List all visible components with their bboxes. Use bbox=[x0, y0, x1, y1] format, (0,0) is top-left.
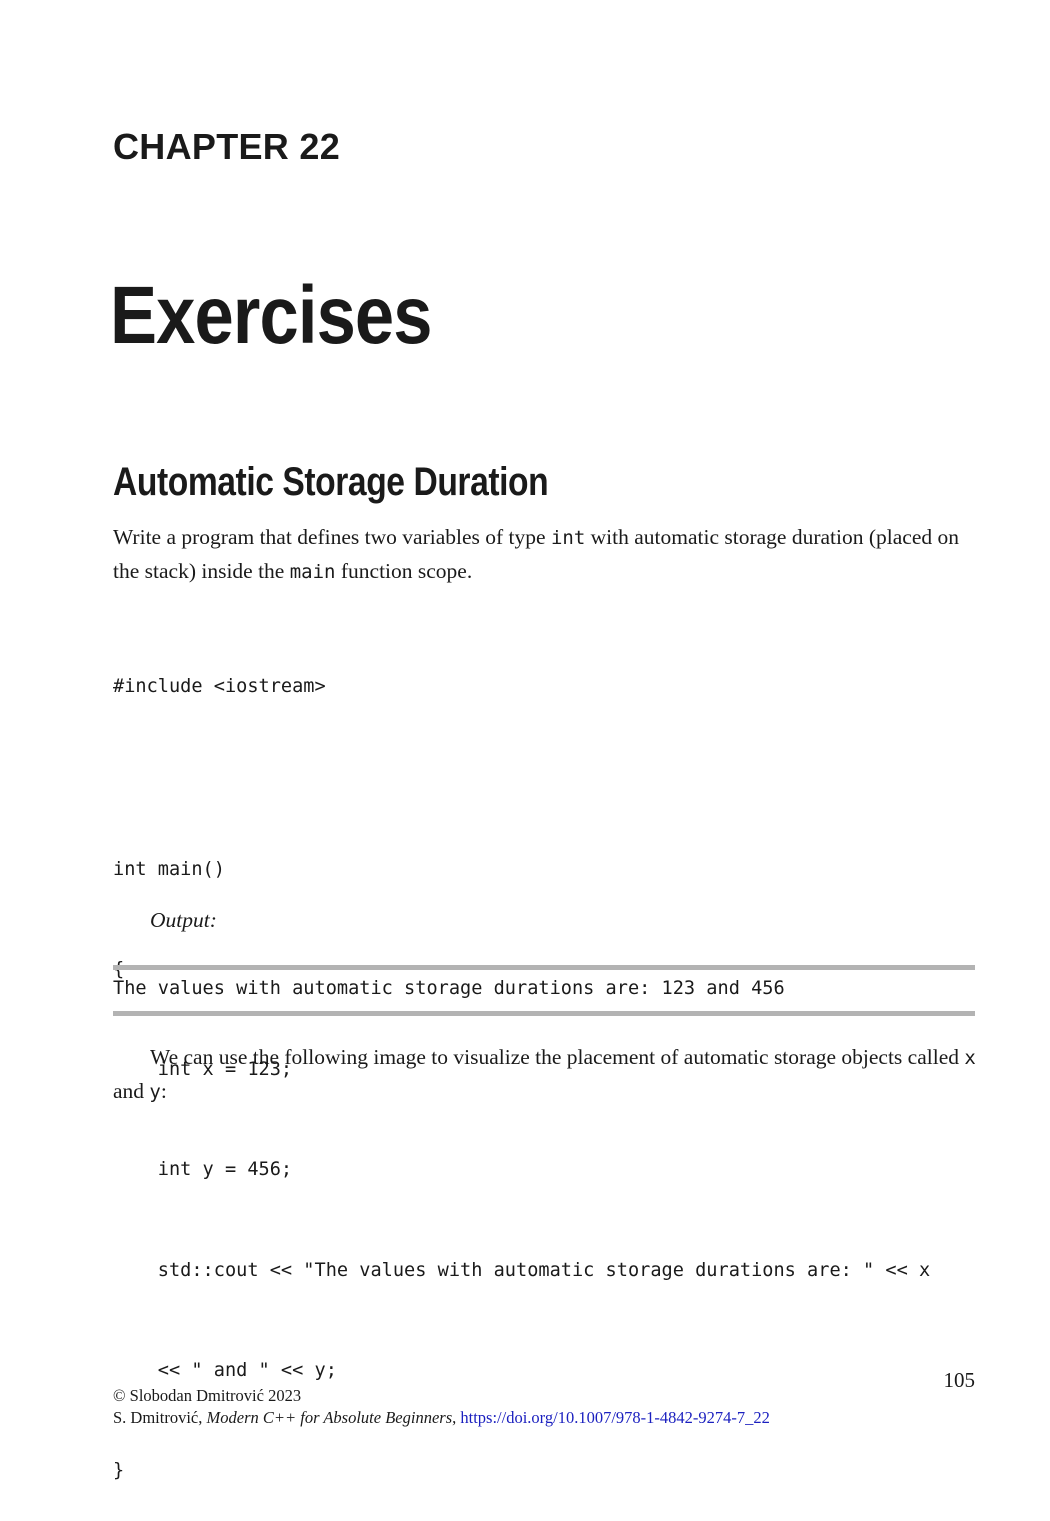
code-line-include: #include <iostream> bbox=[113, 675, 326, 697]
citation-line: S. Dmitrović, Modern C++ for Absolute Be… bbox=[113, 1407, 770, 1429]
output-rule-bottom bbox=[113, 1011, 975, 1016]
chapter-label: CHAPTER 22 bbox=[113, 126, 341, 167]
chapter-title: Exercises bbox=[110, 270, 433, 361]
inline-code-y: y bbox=[149, 1081, 161, 1103]
inline-code-main: main bbox=[289, 561, 336, 583]
output-label: Output: bbox=[150, 908, 217, 932]
section-heading: Automatic Storage Duration bbox=[113, 460, 549, 504]
code-line: int y = 456; bbox=[113, 1159, 293, 1181]
output-rule-top bbox=[113, 965, 975, 970]
followup-text-1: We can use the following image to visual… bbox=[150, 1045, 965, 1069]
intro-text-3: function scope. bbox=[335, 559, 473, 583]
intro-text-1: Write a program that defines two variabl… bbox=[113, 525, 551, 549]
book-title: Modern C++ for Absolute Beginners bbox=[206, 1408, 453, 1427]
code-line: std::cout << "The values with automatic … bbox=[113, 1259, 931, 1281]
copyright-line: © Slobodan Dmitrović 2023 bbox=[113, 1386, 302, 1405]
page-number: 105 bbox=[943, 1368, 976, 1392]
program-output: The values with automatic storage durati… bbox=[113, 978, 785, 999]
doi-link[interactable]: https://doi.org/10.1007/978-1-4842-9274-… bbox=[460, 1408, 770, 1427]
inline-code-x: x bbox=[964, 1047, 976, 1069]
code-line: << " and " << y; bbox=[113, 1359, 337, 1381]
code-line: int main() bbox=[113, 858, 225, 880]
code-blank-gap bbox=[113, 770, 930, 786]
followup-paragraph: We can use the following image to visual… bbox=[113, 1041, 983, 1109]
followup-text-3: : bbox=[160, 1079, 167, 1103]
code-line: } bbox=[113, 1460, 125, 1482]
footer: © Slobodan Dmitrović 2023 S. Dmitrović, … bbox=[113, 1385, 770, 1429]
intro-paragraph: Write a program that defines two variabl… bbox=[113, 521, 983, 589]
citation-author: S. Dmitrović, bbox=[113, 1408, 207, 1427]
inline-code-int: int bbox=[550, 527, 586, 549]
followup-text-2: and bbox=[113, 1079, 150, 1103]
